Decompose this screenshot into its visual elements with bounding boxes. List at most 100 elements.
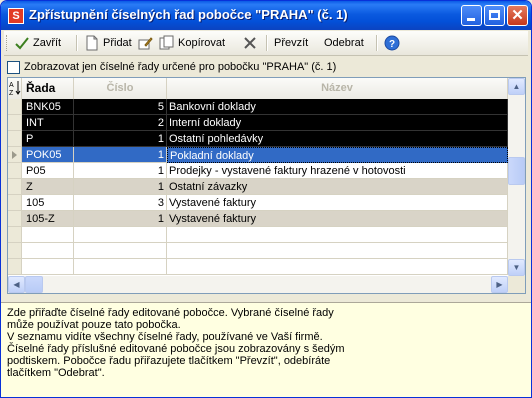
column-header-nazev[interactable]: Název [167, 78, 508, 99]
table-row[interactable]: POK05 1 Pokladní doklady [8, 147, 508, 163]
toolbar-grip[interactable] [6, 35, 9, 51]
close-button[interactable]: Zavřít [14, 34, 61, 52]
cell-rada[interactable]: P05 [22, 163, 74, 179]
minimize-button[interactable] [461, 5, 482, 26]
vertical-scroll-thumb[interactable] [508, 157, 525, 185]
cell-nazev[interactable] [167, 227, 508, 243]
filter-checkbox-row[interactable]: Zobrazovat jen číselné řady určené pro p… [7, 59, 336, 75]
row-indicator[interactable] [8, 163, 22, 179]
cell-cislo[interactable]: 1 [74, 163, 167, 179]
cell-nazev[interactable]: Ostatní závazky [167, 179, 508, 195]
take-button[interactable]: Převzít [274, 34, 308, 52]
table-row[interactable] [8, 243, 508, 259]
horizontal-scroll-thumb[interactable] [25, 276, 43, 293]
cell-nazev[interactable]: Bankovní doklady [167, 99, 508, 115]
cell-cislo[interactable]: 1 [74, 211, 167, 227]
row-indicator[interactable] [8, 259, 22, 275]
svg-text:?: ? [389, 39, 395, 50]
row-indicator[interactable] [8, 179, 22, 195]
table-row[interactable]: Z 1 Ostatní závazky [8, 179, 508, 195]
cell-cislo[interactable]: 3 [74, 195, 167, 211]
checkmark-icon [14, 35, 30, 51]
help-button[interactable]: ? [384, 34, 403, 52]
table-row[interactable]: BNK05 5 Bankovní doklady [8, 99, 508, 115]
row-indicator[interactable] [8, 243, 22, 259]
cell-rada[interactable]: 105 [22, 195, 74, 211]
cell-cislo[interactable]: 5 [74, 99, 167, 115]
table-row[interactable]: P 1 Ostatní pohledávky [8, 131, 508, 147]
current-row-pointer-icon [12, 151, 17, 159]
sort-icon[interactable]: AZ [8, 78, 22, 99]
table-row[interactable] [8, 227, 508, 243]
cell-nazev[interactable]: Vystavené faktury [167, 195, 508, 211]
cell-cislo[interactable]: 1 [74, 147, 167, 163]
cell-nazev[interactable]: Prodejky - vystavené faktury hrazené v h… [167, 163, 508, 179]
scrollbar-corner [508, 276, 525, 293]
scroll-up-button[interactable]: ▲ [508, 78, 525, 95]
table-row[interactable]: INT 2 Interní doklady [8, 115, 508, 131]
info-line: může používat pouze tato pobočka. [7, 319, 181, 331]
row-indicator[interactable] [8, 147, 22, 163]
edit-button[interactable] [137, 34, 156, 52]
copy-button[interactable]: Kopírovat [159, 34, 225, 52]
info-line: podtiskem. Pobočce řadu přiřazujete tlač… [7, 355, 331, 367]
cell-cislo[interactable]: 1 [74, 179, 167, 195]
delete-button[interactable] [242, 34, 261, 52]
column-header-cislo[interactable]: Číslo [74, 78, 167, 99]
cell-rada[interactable]: POK05 [22, 147, 74, 163]
cell-nazev[interactable]: Pokladní doklady [167, 147, 508, 163]
toolbar-separator [76, 35, 78, 51]
delete-x-icon [242, 35, 258, 51]
filter-checkbox[interactable] [7, 60, 20, 74]
column-header-rada[interactable]: Řada [22, 78, 74, 99]
row-indicator[interactable] [8, 195, 22, 211]
remove-button[interactable]: Odebrat [324, 34, 364, 52]
cell-rada[interactable]: BNK05 [22, 99, 74, 115]
table-row[interactable]: 105 3 Vystavené faktury [8, 195, 508, 211]
table-row[interactable]: 105-Z 1 Vystavené faktury [8, 211, 508, 227]
cell-rada[interactable] [22, 243, 74, 259]
add-button-label: Přidat [103, 37, 132, 49]
table-row[interactable] [8, 259, 508, 275]
cell-nazev[interactable]: Ostatní pohledávky [167, 131, 508, 147]
row-indicator[interactable] [8, 99, 22, 115]
row-indicator[interactable] [8, 115, 22, 131]
dialog-window: S Zpřístupnění číselných řad pobočce "PR… [0, 0, 532, 398]
cell-rada[interactable] [22, 227, 74, 243]
scroll-left-button[interactable]: ◀ [8, 276, 25, 293]
cell-nazev[interactable]: Interní doklady [167, 115, 508, 131]
scroll-right-button[interactable]: ▶ [491, 276, 508, 293]
row-indicator[interactable] [8, 211, 22, 227]
maximize-button[interactable] [484, 5, 505, 26]
cell-cislo[interactable]: 1 [74, 131, 167, 147]
number-series-grid[interactable]: AZ Řada Číslo Název BNK05 5 Bankovní dokla… [7, 77, 526, 294]
cell-cislo[interactable] [74, 259, 167, 275]
scroll-down-button[interactable]: ▼ [508, 259, 525, 276]
vertical-scrollbar[interactable]: ▲ ▼ [508, 78, 525, 276]
add-button[interactable]: Přidat [84, 34, 132, 52]
cell-rada[interactable]: Z [22, 179, 74, 195]
row-indicator[interactable] [8, 227, 22, 243]
cell-nazev[interactable] [167, 243, 508, 259]
cell-cislo[interactable] [74, 227, 167, 243]
copy-button-label: Kopírovat [178, 37, 226, 49]
row-indicator[interactable] [8, 131, 22, 147]
cell-rada[interactable]: INT [22, 115, 74, 131]
cell-rada[interactable] [22, 259, 74, 275]
cell-rada[interactable]: P [22, 131, 74, 147]
close-window-button[interactable]: ✕ [507, 5, 528, 26]
toolbar-separator [266, 35, 268, 51]
cell-cislo[interactable] [74, 243, 167, 259]
close-button-label: Zavřít [33, 37, 62, 49]
info-panel: Zde přiřaďte číselné řady editované pobo… [1, 302, 531, 397]
cell-nazev[interactable] [167, 259, 508, 275]
svg-text:A: A [9, 82, 14, 89]
cell-nazev[interactable]: Vystavené faktury [167, 211, 508, 227]
cell-cislo[interactable]: 2 [74, 115, 167, 131]
horizontal-scrollbar[interactable]: ◀ ▶ [8, 276, 508, 293]
cell-rada[interactable]: 105-Z [22, 211, 74, 227]
info-line: V seznamu vidíte všechny číselné řady, p… [7, 331, 323, 343]
toolbar: Zavřít Přidat Kopírovat Převzít Odebrat … [4, 31, 528, 56]
table-row[interactable]: P05 1 Prodejky - vystavené faktury hrazené… [8, 163, 508, 179]
title-bar[interactable]: S Zpřístupnění číselných řad pobočce "PR… [1, 1, 531, 30]
